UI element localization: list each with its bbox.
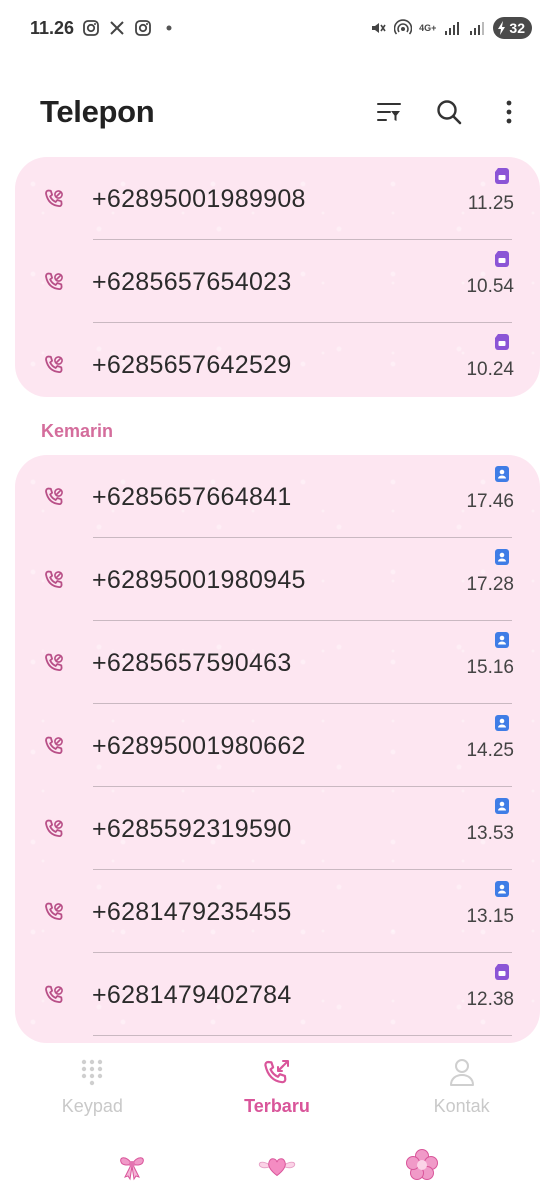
sim-card-icon [494,167,510,185]
battery-level: 32 [509,20,525,36]
status-bar: 11.26 4G+ 32 [0,0,554,56]
tab-keypad-label: Keypad [61,1096,123,1116]
call-log-row[interactable]: +62895001980662 14.25 [15,704,540,787]
missed-call-icon [42,651,66,675]
more-options-button[interactable] [494,97,524,127]
missed-call-icon [42,187,66,211]
call-log-row[interactable]: +6285657590463 15.16 [15,621,540,704]
tab-contacts-label: Kontak [433,1096,490,1116]
person-icon [449,1059,474,1086]
call-time: 12.38 [466,989,514,1010]
call-log-row[interactable]: +6285657654023 10.54 [15,240,540,323]
charging-icon [498,21,506,35]
call-time: 17.46 [466,491,514,512]
tab-recents-label: Terbaru [244,1096,310,1116]
call-log-row[interactable]: +62895001989908 11.25 [15,157,540,240]
instagram-icon [134,19,152,37]
dot-icon [160,19,178,37]
missed-call-icon [42,900,66,924]
call-log-row[interactable]: +6285657642529 10.24 [15,323,540,397]
x-icon [108,19,126,37]
phone-number: +62895001989908 [92,184,306,213]
bottom-navigation: Keypad Terbaru Kontak [0,1050,554,1125]
sim-card-icon [494,797,510,815]
missed-call-icon [42,568,66,592]
phone-number: +62895001980945 [92,565,306,594]
status-time: 11.26 [30,17,75,38]
yesterday-calls-card: +6285657664841 17.46 +62895001980945 17.… [15,455,540,1043]
system-navigation-bar [0,1140,554,1190]
app-header: Telepon [0,84,554,140]
phone-number: +6285657642529 [92,350,292,379]
call-time: 15.16 [466,657,514,678]
sim-card-icon [494,548,510,566]
more-vertical-icon [506,100,512,124]
call-time: 10.54 [466,276,514,297]
call-log-row[interactable]: +6281479402784 12.38 [15,953,540,1036]
call-time: 14.25 [466,740,514,761]
missed-call-icon [42,485,66,509]
signal-icon [443,19,461,37]
page-title: Telepon [40,94,155,129]
sim-card-icon [494,714,510,732]
sim-card-icon [494,880,510,898]
home-button[interactable] [257,1147,297,1183]
hotspot-icon [393,19,413,37]
call-time: 13.15 [466,906,514,927]
phone-number: +6285592319590 [92,814,292,843]
winged-heart-icon [258,1158,296,1177]
network-label: 4G+ [419,22,437,33]
search-button[interactable] [434,97,464,127]
signal-icon [468,19,486,37]
sim-card-icon [494,963,510,981]
filter-icon [377,103,401,121]
missed-call-icon [42,353,66,377]
sim-card-icon [494,631,510,649]
phone-number: +6285657590463 [92,648,292,677]
call-time: 10.24 [466,359,514,380]
sim-card-icon [494,250,510,268]
ribbon-bow-icon [120,1157,145,1181]
back-button[interactable] [402,1147,442,1183]
phone-number: +6285657664841 [92,482,292,511]
recent-apps-button[interactable] [112,1147,152,1183]
missed-call-icon [42,270,66,294]
call-log-row[interactable]: +6281479235455 13.15 [15,870,540,953]
sim-card-icon [494,333,510,351]
flower-icon [405,1149,438,1180]
phone-number: +62895001980662 [92,731,306,760]
header-actions [374,97,524,127]
call-time: 17.28 [466,574,514,595]
missed-call-icon [42,983,66,1007]
call-time: 11.25 [467,193,514,214]
call-log-row[interactable]: +62895001980945 17.28 [15,538,540,621]
mute-icon [369,19,387,37]
missed-call-icon [42,734,66,758]
today-calls-card: +62895001989908 11.25 +6285657654023 10.… [15,157,540,397]
call-log-row[interactable]: +6285657664841 17.46 [15,455,540,538]
divider [93,1035,512,1036]
call-log-row[interactable]: +6285592319590 13.53 [15,787,540,870]
filter-button[interactable] [374,97,404,127]
tab-contacts[interactable]: Kontak [382,1050,542,1125]
search-icon [437,100,462,125]
status-left: 11.26 [30,18,178,39]
missed-call-icon [42,817,66,841]
phone-number: +6281479402784 [92,980,292,1009]
tab-recents[interactable]: Terbaru [197,1050,357,1125]
section-header-yesterday: Kemarin [41,421,114,441]
call-time: 13.53 [466,823,514,844]
recent-calls-icon [264,1060,289,1084]
tab-keypad[interactable]: Keypad [12,1050,172,1125]
battery-indicator: 32 [493,17,532,39]
phone-number: +6281479235455 [92,897,292,926]
keypad-icon [82,1059,103,1086]
status-right: 4G+ 32 [369,17,532,39]
instagram-icon [82,19,100,37]
sim-card-icon [494,465,510,483]
phone-number: +6285657654023 [92,267,292,296]
